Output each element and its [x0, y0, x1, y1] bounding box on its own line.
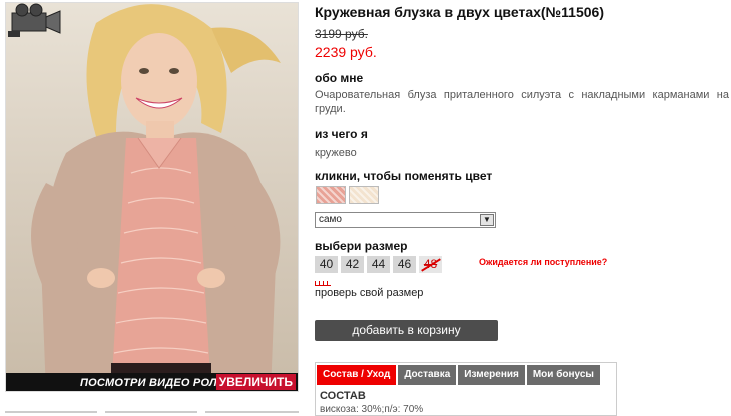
- tab-my-bonuses[interactable]: Мои бонусы: [526, 365, 600, 385]
- size-option-42[interactable]: 42: [341, 256, 364, 273]
- color-select[interactable]: само ▼: [315, 212, 496, 228]
- material-text: кружево: [315, 147, 357, 159]
- size-option-46[interactable]: 46: [393, 256, 416, 273]
- chevron-down-icon[interactable]: ▼: [480, 214, 494, 226]
- zoom-button[interactable]: УВЕЛИЧИТЬ: [215, 374, 296, 390]
- watch-video-link[interactable]: ПОСМОТРИ ВИДЕО РОЛИК: [80, 377, 232, 389]
- product-title: Кружевная блузка в двух цветах(№11506): [315, 4, 604, 20]
- color-swatch-cream[interactable]: [349, 186, 379, 204]
- size-option-44[interactable]: 44: [367, 256, 390, 273]
- about-heading: обо мне: [315, 71, 364, 85]
- video-camera-icon[interactable]: [6, 3, 62, 39]
- tab-content-heading: СОСТАВ: [320, 390, 366, 402]
- expect-arrival-link[interactable]: Ожидается ли поступление?: [479, 257, 607, 267]
- add-to-cart-button[interactable]: добавить в корзину: [315, 320, 498, 341]
- color-swatch-coral[interactable]: [316, 186, 346, 204]
- tab-composition-care[interactable]: Состав / Уход: [317, 365, 397, 385]
- tab-bar: Состав / Уход Доставка Измерения Мои бон…: [317, 365, 600, 385]
- tab-measurements[interactable]: Измерения: [458, 365, 525, 385]
- ruler-icon: [315, 280, 331, 286]
- color-heading: кликни, чтобы поменять цвет: [315, 169, 493, 183]
- tab-content-text: вискоза: 30%;п/э: 70%: [320, 404, 424, 415]
- model-illustration: [31, 4, 281, 391]
- info-tabs: Состав / Уход Доставка Измерения Мои бон…: [315, 362, 617, 416]
- product-page: ПОСМОТРИ ВИДЕО РОЛИК УВЕЛИЧИТЬ Кружевная…: [0, 0, 731, 416]
- old-price: 3199 руб.: [315, 27, 368, 41]
- thumbnail-strip: [5, 408, 299, 416]
- color-select-value: само: [319, 214, 342, 225]
- size-heading: выбери размер: [315, 239, 408, 253]
- product-photo[interactable]: ПОСМОТРИ ВИДЕО РОЛИК УВЕЛИЧИТЬ: [5, 2, 299, 392]
- size-option-48-unavailable: 48: [419, 256, 442, 273]
- size-option-40[interactable]: 40: [315, 256, 338, 273]
- new-price: 2239 руб.: [315, 44, 377, 60]
- tab-delivery[interactable]: Доставка: [398, 365, 457, 385]
- check-size-link[interactable]: проверь свой размер: [315, 287, 423, 299]
- about-text: Очаровательная блуза приталенного силуэт…: [315, 89, 729, 115]
- material-heading: из чего я: [315, 127, 368, 141]
